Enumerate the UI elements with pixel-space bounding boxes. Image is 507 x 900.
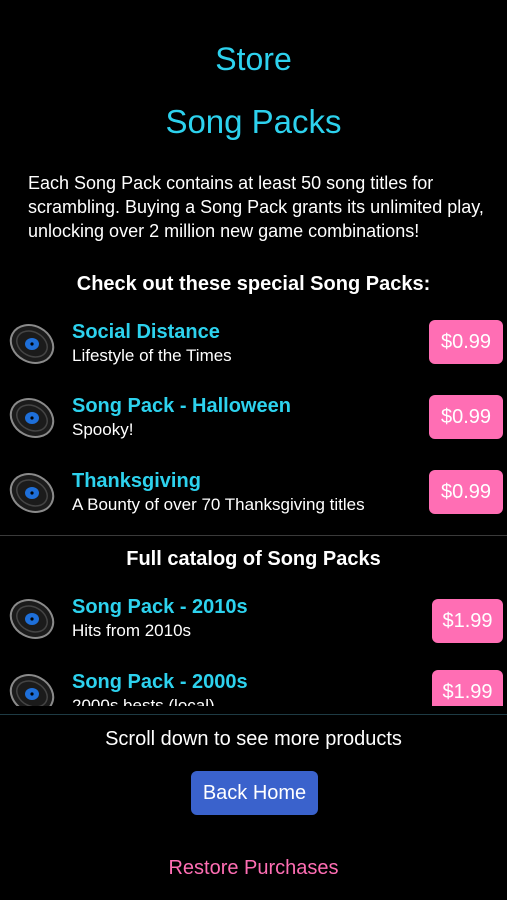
vinyl-record-icon bbox=[9, 674, 55, 706]
vinyl-record-icon bbox=[9, 398, 55, 438]
vinyl-record-icon bbox=[9, 324, 55, 364]
special-packs-heading: Check out these special Song Packs: bbox=[76, 273, 431, 295]
pack-name: Thanksgiving bbox=[72, 470, 201, 492]
buy-button[interactable]: $0.99 bbox=[429, 395, 503, 439]
vinyl-record-icon bbox=[9, 473, 55, 513]
pack-description: A Bounty of over 70 Thanksgiving titles bbox=[72, 495, 365, 514]
divider bbox=[0, 535, 507, 536]
buy-button[interactable]: $0.99 bbox=[429, 470, 503, 514]
intro-text: Each Song Pack contains at least 50 song… bbox=[28, 173, 484, 241]
scroll-hint: Scroll down to see more products bbox=[105, 728, 402, 750]
buy-button[interactable]: $1.99 bbox=[432, 670, 503, 706]
restore-purchases-link[interactable]: Restore Purchases bbox=[0, 855, 507, 881]
list-item[interactable]: Song Pack - 2000s 2000s bests (local) $1… bbox=[0, 670, 507, 706]
catalog-heading: Full catalog of Song Packs bbox=[126, 548, 381, 570]
pack-name: Social Distance bbox=[72, 321, 220, 343]
song-packs-title: Song Packs bbox=[165, 103, 342, 140]
pack-description: Hits from 2010s bbox=[72, 621, 192, 640]
pack-name: Song Pack - Halloween bbox=[72, 395, 291, 417]
list-item[interactable]: Song Pack - Halloween Spooky! $0.99 bbox=[0, 394, 507, 454]
list-item[interactable]: Social Distance Lifestyle of the Times $… bbox=[0, 320, 507, 380]
vinyl-record-icon bbox=[9, 599, 55, 639]
list-item[interactable]: Thanksgiving A Bounty of over 70 Thanksg… bbox=[0, 469, 507, 529]
pack-name: Song Pack - 2000s bbox=[72, 671, 248, 693]
buy-button[interactable]: $1.99 bbox=[432, 599, 503, 643]
buy-button[interactable]: $0.99 bbox=[429, 320, 503, 364]
store-title: Store bbox=[215, 41, 292, 77]
list-item[interactable]: Song Pack - 2010s Hits from 2010s $1.99 bbox=[0, 595, 507, 655]
pack-description: 2000s bests (local) bbox=[72, 696, 215, 706]
catalog-list[interactable]: Song Pack - 2010s Hits from 2010s $1.99 … bbox=[0, 590, 507, 706]
pack-name: Song Pack - 2010s bbox=[72, 596, 248, 618]
divider bbox=[0, 714, 507, 715]
pack-description: Spooky! bbox=[72, 420, 134, 439]
pack-description: Lifestyle of the Times bbox=[72, 346, 232, 365]
back-home-button[interactable]: Back Home bbox=[191, 771, 318, 815]
